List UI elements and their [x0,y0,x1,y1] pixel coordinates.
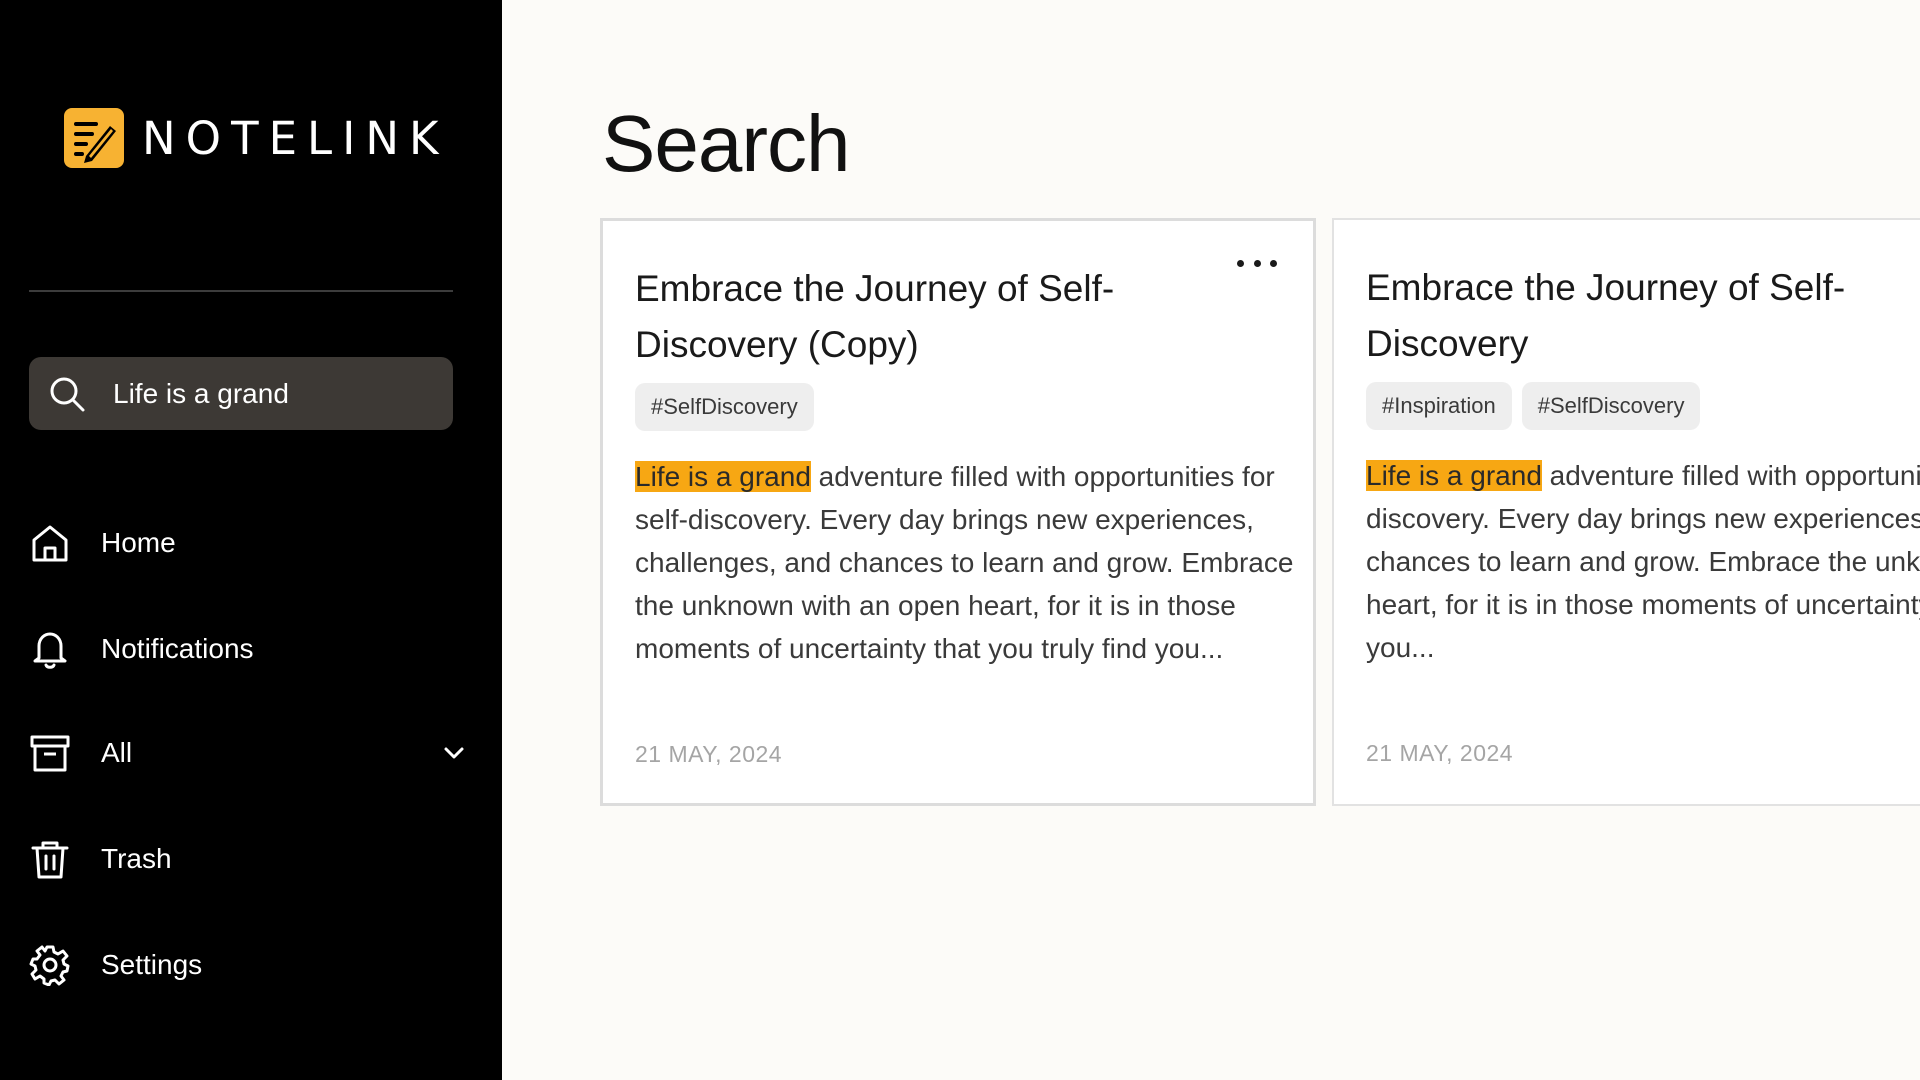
sidebar-item-label: Trash [101,843,172,874]
search-icon [50,377,85,411]
tag-list: #Inspiration #SelfDiscovery [1366,382,1920,430]
tag-badge[interactable]: #Inspiration [1366,382,1512,430]
sidebar: NOTELINK Home Notifications [0,0,502,1080]
search-input[interactable] [111,376,431,411]
sidebar-item-label: Notifications [101,633,254,664]
bell-icon [29,628,71,670]
note-date: 21 MAY, 2024 [635,741,783,767]
sidebar-item-label: Home [101,527,176,558]
main-content: Search Embrace the Journey of Self-Disco… [502,0,1920,1080]
note-date: 21 MAY, 2024 [1366,740,1514,766]
note-title: Embrace the Journey of Self-Discovery (C… [635,268,1115,365]
page-title: Search [602,99,850,188]
home-icon [29,522,71,564]
sidebar-item-all[interactable]: All [29,723,469,783]
search-box[interactable] [29,357,453,430]
logo-text: NOTELINK [142,111,449,165]
search-highlight: Life is a grand [1366,460,1542,491]
sidebar-item-home[interactable]: Home [29,513,469,573]
note-excerpt: Life is a grand adventure filled with op… [635,455,1295,670]
more-options-button[interactable] [1237,253,1277,273]
note-card[interactable]: Embrace the Journey of Self-Discovery (C… [600,218,1316,806]
tag-badge[interactable]: #SelfDiscovery [1521,382,1701,430]
note-excerpt: Life is a grand adventure filled with op… [1366,454,1920,669]
sidebar-item-label: Settings [101,949,203,980]
note-card[interactable]: Embrace the Journey of Self-Discovery #I… [1332,218,1920,806]
chevron-down-icon[interactable] [439,738,469,768]
notelink-logo-icon [64,108,124,168]
sidebar-divider [29,290,453,292]
dot-icon [1270,259,1277,267]
note-title: Embrace the Journey of Self-Discovery [1366,267,1846,364]
dot-icon [1253,259,1261,267]
tag-badge[interactable]: #SelfDiscovery [635,383,814,431]
sidebar-item-settings[interactable]: Settings [29,935,469,995]
sidebar-item-trash[interactable]: Trash [29,829,469,889]
dot-icon [1237,259,1244,267]
app-logo[interactable]: NOTELINK [64,108,449,168]
archive-icon [29,732,71,774]
trash-icon [29,838,71,880]
sidebar-item-label: All [101,737,133,768]
tag-list: #SelfDiscovery [635,383,1281,431]
search-highlight: Life is a grand [635,461,811,492]
sidebar-item-notifications[interactable]: Notifications [29,619,469,679]
gear-icon [29,944,71,986]
